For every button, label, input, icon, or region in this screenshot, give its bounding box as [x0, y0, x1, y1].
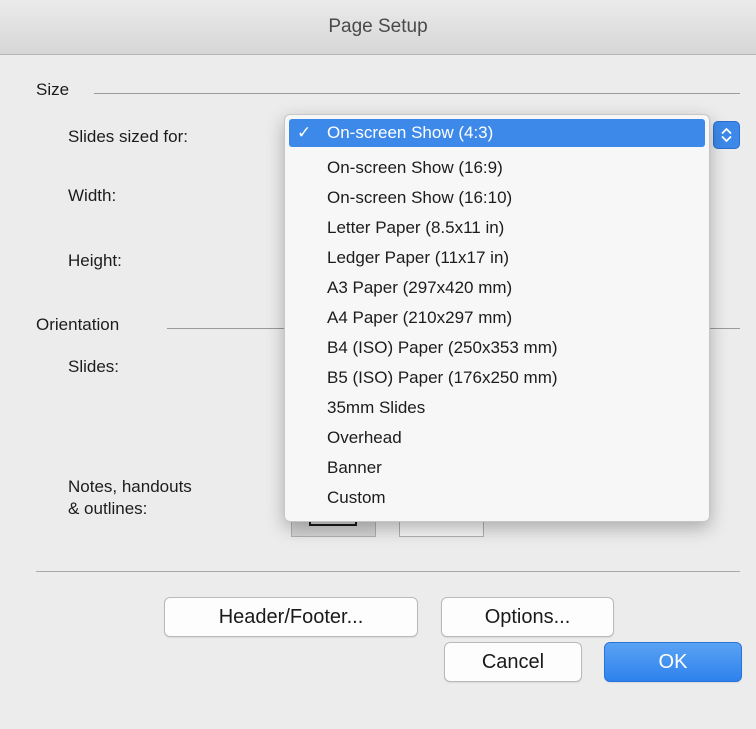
menu-item-label: On-screen Show (16:9): [327, 158, 503, 177]
orientation-section-title: Orientation: [36, 315, 120, 334]
bottom-divider: [36, 571, 740, 572]
notes-orientation-label: Notes, handouts & outlines:: [68, 476, 192, 520]
menu-item-a3-paper[interactable]: A3 Paper (297x420 mm): [289, 274, 705, 302]
menu-item-a4-paper[interactable]: A4 Paper (210x297 mm): [289, 304, 705, 332]
up-down-chevron-icon: [721, 128, 732, 142]
menu-item-label: Letter Paper (8.5x11 in): [327, 218, 505, 237]
cancel-button[interactable]: Cancel: [444, 642, 582, 682]
slides-orientation-label: Slides:: [68, 357, 120, 376]
menu-item-label: On-screen Show (16:10): [327, 188, 513, 207]
slide-size-menu: ✓ On-screen Show (4:3) On-screen Show (1…: [284, 114, 710, 522]
menu-item-ledger-paper[interactable]: Ledger Paper (11x17 in): [289, 244, 705, 272]
notes-label-line1: Notes, handouts: [68, 477, 192, 496]
page-setup-dialog: Page Setup Size Slides sized for: Width:…: [0, 0, 756, 729]
menu-item-label: Ledger Paper (11x17 in): [327, 248, 510, 267]
width-label: Width:: [68, 186, 117, 205]
menu-item-label: A3 Paper (297x420 mm): [327, 278, 513, 297]
menu-item-banner[interactable]: Banner: [289, 454, 705, 482]
menu-item-b5-iso-paper[interactable]: B5 (ISO) Paper (176x250 mm): [289, 364, 705, 392]
slide-size-popup-button[interactable]: [713, 121, 740, 149]
menu-item-label: A4 Paper (210x297 mm): [327, 308, 513, 327]
checkmark-icon: ✓: [297, 123, 312, 142]
menu-item-letter-paper[interactable]: Letter Paper (8.5x11 in): [289, 214, 705, 242]
header-footer-button[interactable]: Header/Footer...: [164, 597, 418, 637]
menu-item-overhead[interactable]: Overhead: [289, 424, 705, 452]
menu-item-label: B4 (ISO) Paper (250x353 mm): [327, 338, 558, 357]
ok-button[interactable]: OK: [604, 642, 742, 682]
size-section-divider: [94, 93, 740, 94]
menu-item-on-screen-4-3[interactable]: ✓ On-screen Show (4:3): [289, 119, 705, 147]
window-title: Page Setup: [0, 0, 756, 55]
menu-item-on-screen-16-10[interactable]: On-screen Show (16:10): [289, 184, 705, 212]
menu-item-35mm-slides[interactable]: 35mm Slides: [289, 394, 705, 422]
menu-item-label: B5 (ISO) Paper (176x250 mm): [327, 368, 558, 387]
slides-sized-for-label: Slides sized for:: [68, 127, 188, 146]
menu-item-on-screen-16-9[interactable]: On-screen Show (16:9): [289, 154, 705, 182]
menu-item-label: On-screen Show (4:3): [327, 123, 494, 142]
menu-item-label: Overhead: [327, 428, 402, 447]
options-button[interactable]: Options...: [441, 597, 614, 637]
menu-item-custom[interactable]: Custom: [289, 484, 705, 512]
menu-item-label: Banner: [327, 458, 382, 477]
height-label: Height:: [68, 251, 122, 270]
notes-label-line2: & outlines:: [68, 499, 148, 518]
size-section-title: Size: [36, 80, 70, 99]
menu-item-label: Custom: [327, 488, 386, 507]
menu-item-b4-iso-paper[interactable]: B4 (ISO) Paper (250x353 mm): [289, 334, 705, 362]
menu-item-label: 35mm Slides: [327, 398, 426, 417]
